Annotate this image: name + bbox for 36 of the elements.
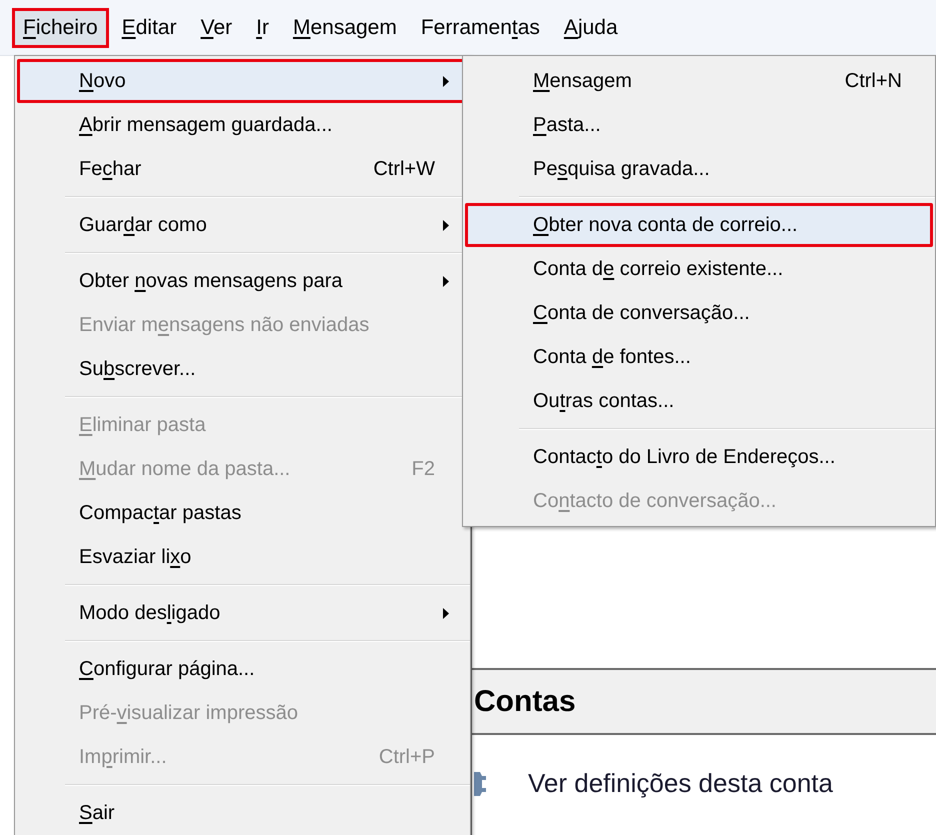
menu-bar-item[interactable]: Ver [190,8,244,48]
menu-item[interactable]: Contacto do Livro de Endereços... [465,435,933,479]
menu-item[interactable]: Subscrever... [17,347,468,391]
menu-bar-item[interactable]: Ajuda [552,8,629,48]
section-heading: Contas [473,684,576,720]
menu-bar-item[interactable]: Mensagem [282,8,408,48]
submenu-arrow-icon [443,76,449,86]
menu-item[interactable]: Configurar página... [17,647,468,691]
submenu-arrow-icon [443,220,449,230]
menu-item[interactable]: Outras contas... [465,379,933,423]
menu-item[interactable]: Sair [17,791,468,835]
menu-item[interactable]: Abrir mensagem guardada... [17,103,468,147]
shortcut-text: Ctrl+P [378,745,435,770]
shortcut-text: Ctrl+W [373,157,435,182]
menu-item[interactable]: Modo desligado [17,591,468,635]
menu-item[interactable]: Mensagem Ctrl+N [465,59,933,103]
shortcut-text: Ctrl+N [844,69,902,94]
menu-bar-item[interactable]: Ir [245,8,280,48]
menu-item[interactable]: Conta de correio existente... [465,247,933,291]
account-settings-link[interactable]: Ver definições desta conta [528,764,833,803]
submenu-arrow-icon [443,276,449,286]
menu-bar-item[interactable]: Ficheiro [12,8,109,48]
shortcut-text: F2 [412,457,435,482]
submenu-arrow-icon [443,608,449,618]
menu-item[interactable]: Guardar como [17,203,468,247]
menu-item[interactable]: Pasta... [465,103,933,147]
menu-item[interactable]: Fechar Ctrl+W [17,147,468,191]
menu-item[interactable]: Conta de conversação... [465,291,933,335]
menu-item[interactable]: Esvaziar lixo [17,535,468,579]
menu-item[interactable]: Compactar pastas [17,491,468,535]
menu-item[interactable]: Pesquisa gravada... [465,147,933,191]
menu-item[interactable]: Obter novas mensagens para [17,259,468,303]
menu-bar-item[interactable]: Ferramentas [410,8,551,48]
menu-item[interactable]: Conta de fontes... [465,335,933,379]
menu-item[interactable]: Obter nova conta de correio... [465,203,933,247]
menu-bar-item[interactable]: Editar [110,8,188,48]
